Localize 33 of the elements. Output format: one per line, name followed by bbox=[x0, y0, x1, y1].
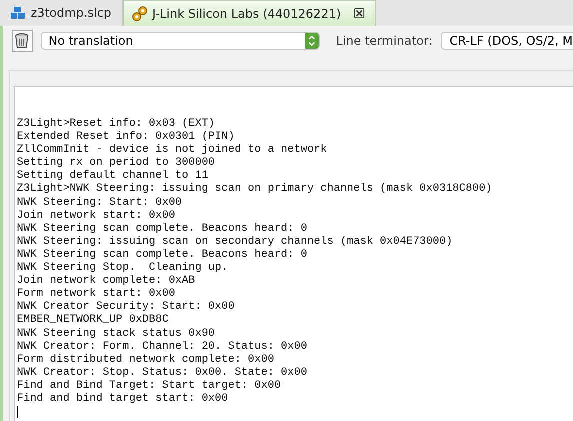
dropdown-arrows-icon bbox=[305, 33, 320, 49]
console-line: NWK Creator: Form. Channel: 20. Status: 0x00 bbox=[17, 340, 308, 354]
console-line: NWK Steering scan complete. Beacons heard: 0 bbox=[17, 222, 308, 236]
console-line: EMBER_NETWORK_UP 0xDB8C bbox=[17, 314, 170, 328]
console-line: Form network start: 0x00 bbox=[17, 288, 176, 301]
clear-button[interactable] bbox=[12, 30, 33, 52]
console-line: Setting default channel to 11 bbox=[17, 170, 210, 183]
line-terminator-label: Line terminator: bbox=[336, 34, 433, 48]
console-line: NWK Steering: Start: 0x00 bbox=[17, 196, 184, 210]
translation-dropdown[interactable]: No translation bbox=[40, 32, 320, 50]
gears-icon bbox=[132, 6, 148, 22]
console-line: NWK Steering scan complete. Beacons heard: 0 bbox=[17, 248, 308, 262]
console-line: ZllCommInit - device is not joined to a network bbox=[17, 144, 328, 157]
console-line: Form distributed network complete: 0x00 bbox=[17, 354, 276, 367]
console-line: Extended Reset info: 0x0301 (PIN) bbox=[17, 131, 236, 144]
console-line: Find and bind target start: 0x00 bbox=[17, 392, 230, 406]
text-cursor bbox=[17, 406, 18, 418]
console-line: NWK Creator: Stop. Status: 0x00. State: 0x00 bbox=[17, 366, 308, 380]
console-line: NWK Steering Stop. Cleaning up. bbox=[17, 262, 230, 275]
console-line: Z3Light>NWK Steering: issuing scan on primary channels (mask 0x0318C800) bbox=[17, 183, 494, 197]
line-terminator-dropdown[interactable]: CR-LF (DOS, OS/2, M bbox=[440, 32, 573, 50]
console-line: NWK Steering: issuing scan on secondary channels (mask 0x04E73000) bbox=[17, 236, 454, 249]
console-line: Join network complete: 0xAB bbox=[17, 275, 196, 288]
console-line: Find and Bind Target: Start target: 0x00 bbox=[17, 380, 282, 393]
console-line: NWK Creator Security: Start: 0x00 bbox=[17, 301, 236, 314]
editor-tab[interactable]: J-Link Silicon Labs (440126221) bbox=[122, 0, 376, 26]
trash-icon bbox=[14, 32, 30, 50]
console-line: Setting rx on period to 300000 bbox=[17, 157, 216, 170]
blocks-icon bbox=[10, 5, 26, 21]
close-icon[interactable] bbox=[354, 8, 366, 19]
console-line: Join network start: 0x00 bbox=[17, 210, 176, 223]
console-line: NWK Steering stack status 0x90 bbox=[17, 328, 216, 341]
console-line: Z3Light>Reset info: 0x03 (EXT) bbox=[17, 118, 216, 131]
